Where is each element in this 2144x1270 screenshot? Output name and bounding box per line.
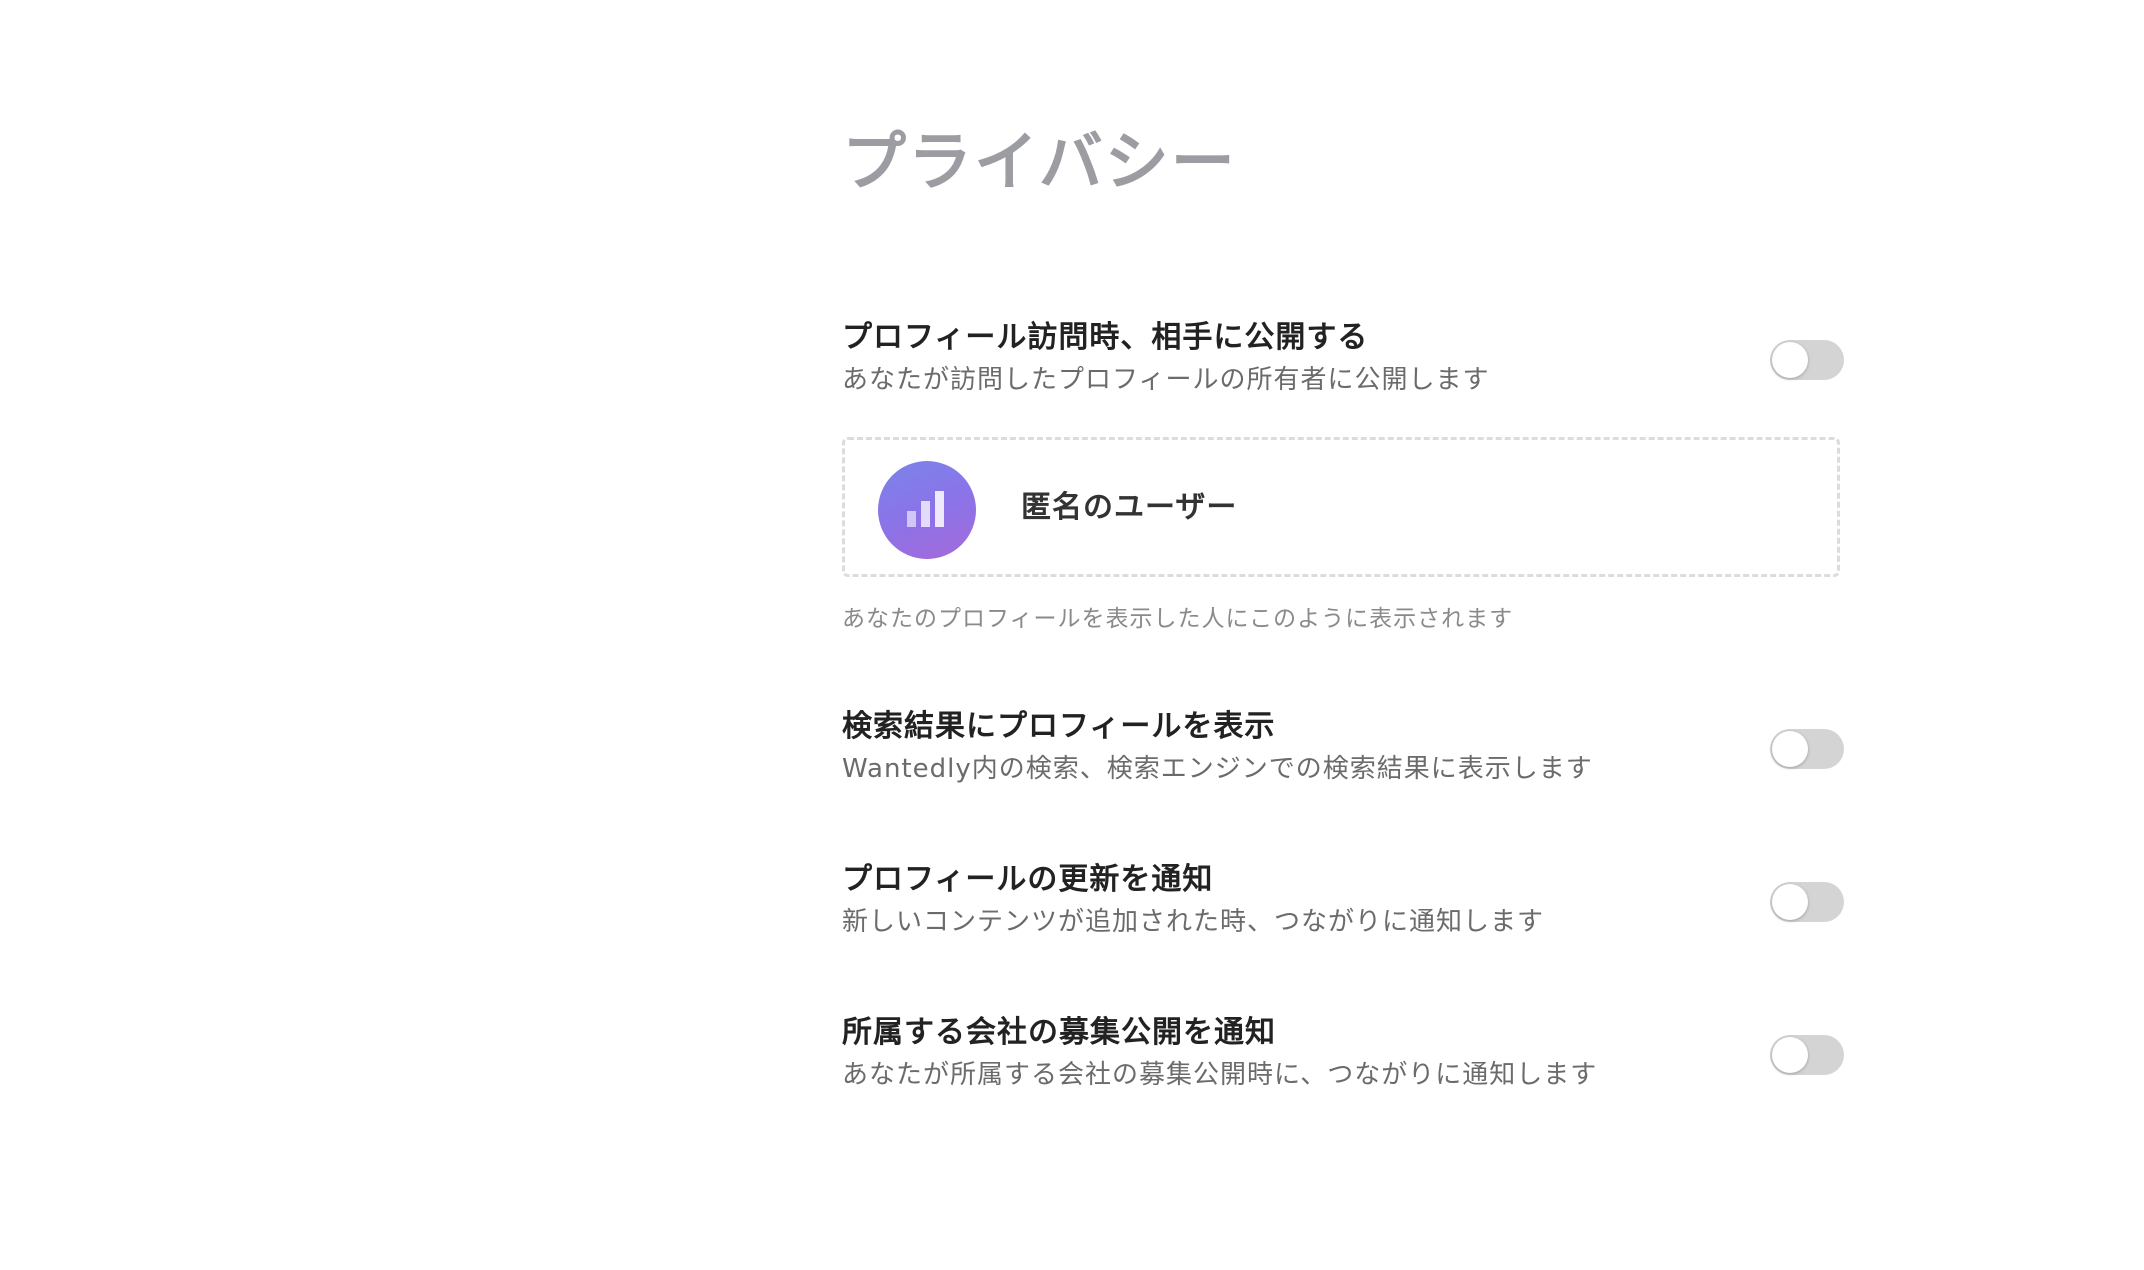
setting-row-search-results: 検索結果にプロフィールを表示 Wantedly内の検索、検索エンジンでの検索結果…	[842, 707, 1844, 791]
setting-row-company-recruit-notify: 所属する会社の募集公開を通知 あなたが所属する会社の募集公開時に、つながりに通知…	[842, 1013, 1844, 1097]
toggle-knob	[1772, 1037, 1808, 1073]
setting-title: 所属する会社の募集公開を通知	[842, 1015, 1276, 1050]
preview-caption: あなたのプロフィールを表示した人にこのように表示されます	[842, 606, 1514, 632]
toggle-knob	[1772, 342, 1808, 378]
setting-description: あなたが訪問したプロフィールの所有者に公開します	[842, 365, 1490, 395]
setting-description: Wantedly内の検索、検索エンジンでの検索結果に表示します	[842, 754, 1593, 784]
preview-user-name: 匿名のユーザー	[1021, 490, 1238, 525]
bar-chart-icon	[907, 491, 944, 527]
setting-row-visit-visibility: プロフィール訪問時、相手に公開する あなたが訪問したプロフィールの所有者に公開し…	[842, 318, 1844, 402]
setting-row-profile-update-notify: プロフィールの更新を通知 新しいコンテンツが追加された時、つながりに通知します	[842, 860, 1844, 944]
search-results-toggle[interactable]	[1770, 729, 1844, 769]
anonymous-user-preview-card: 匿名のユーザー	[842, 437, 1840, 577]
setting-title: プロフィールの更新を通知	[842, 862, 1214, 897]
visit-visibility-toggle[interactable]	[1770, 340, 1844, 380]
setting-title: プロフィール訪問時、相手に公開する	[842, 320, 1369, 355]
company-recruit-notify-toggle[interactable]	[1770, 1035, 1844, 1075]
setting-description: 新しいコンテンツが追加された時、つながりに通知します	[842, 907, 1545, 937]
toggle-knob	[1772, 731, 1808, 767]
setting-description: あなたが所属する会社の募集公開時に、つながりに通知します	[842, 1060, 1598, 1090]
profile-update-notify-toggle[interactable]	[1770, 882, 1844, 922]
toggle-knob	[1772, 884, 1808, 920]
avatar	[878, 461, 976, 559]
page-title: プライバシー	[842, 126, 1237, 200]
setting-title: 検索結果にプロフィールを表示	[842, 709, 1276, 744]
